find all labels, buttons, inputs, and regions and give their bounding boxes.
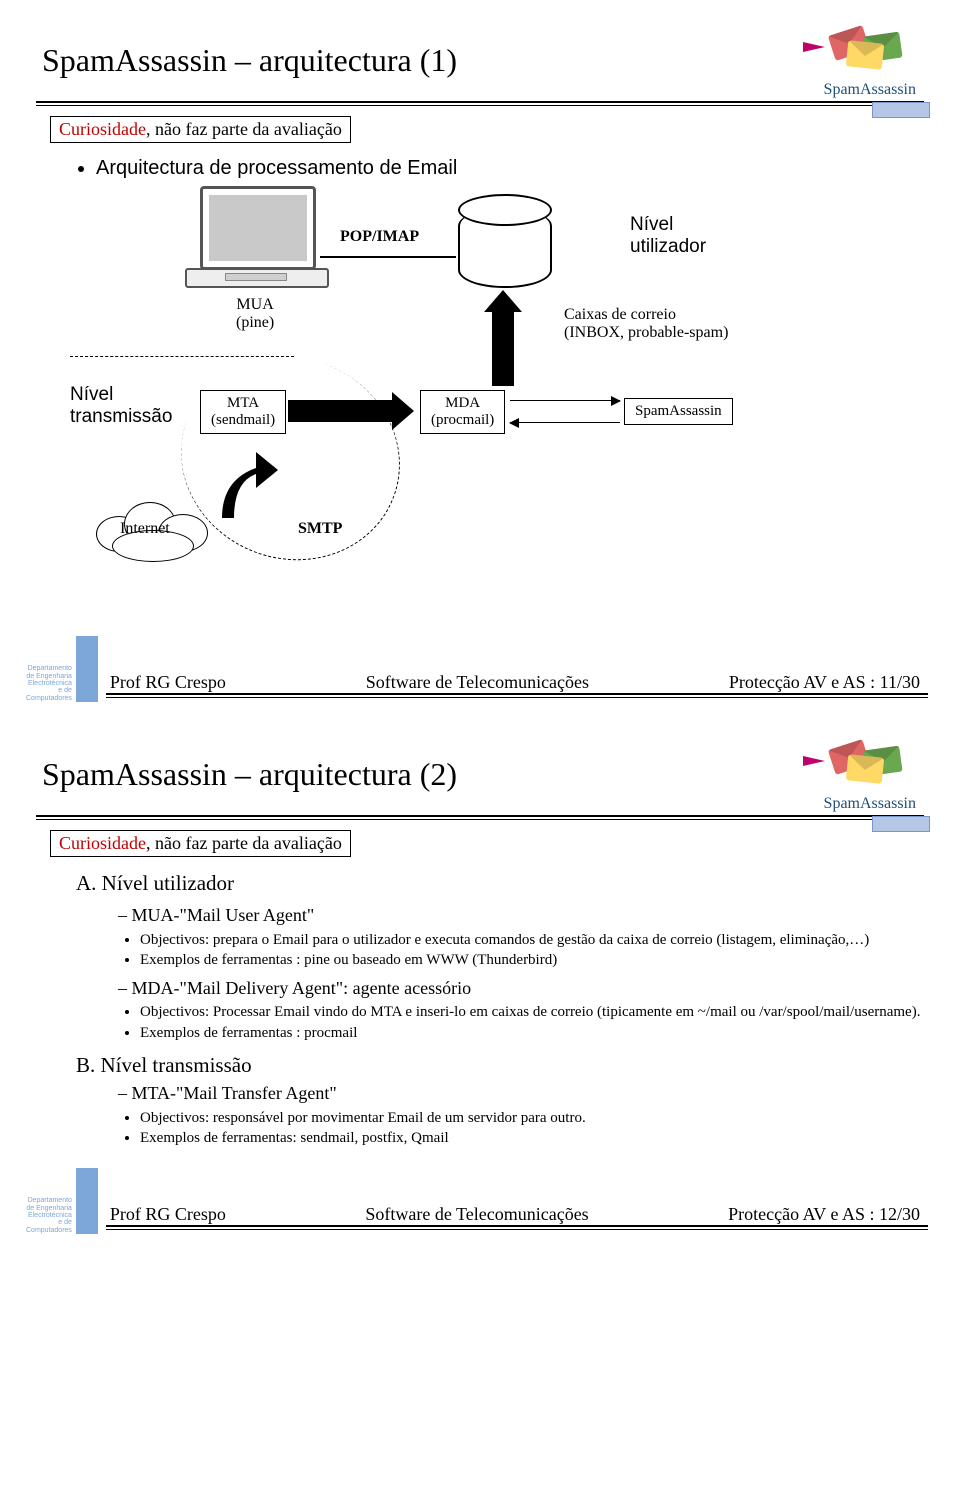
footer-course: Software de Telecomunicações [365, 1204, 588, 1225]
slide-title: SpamAssassin – arquitectura (1) [42, 42, 457, 79]
envelope-icon [825, 742, 915, 792]
mda-box: MDA (procmail) [420, 390, 505, 434]
main-bullet: Arquitectura de processamento de Email [96, 155, 924, 182]
deec-logo: Departamento de Engenharia Electrotécnic… [26, 1168, 98, 1234]
footer-page: Protecção AV e AS : 11/30 [729, 672, 920, 693]
mailbox-cylinder-icon [458, 208, 552, 288]
mua-label: MUA (pine) [236, 296, 274, 332]
caixas-label: Caixas de correio (INBOX, probable-spam) [564, 306, 728, 342]
architecture-diagram: POP/IMAP Nível utilizador MUA (pine) Cai… [40, 186, 920, 616]
nivel-utilizador-label: Nível utilizador [630, 214, 706, 258]
section-a: A. Nível utilizador [76, 869, 924, 897]
slide-footer: Departamento de Engenharia Electrotécnic… [26, 636, 928, 702]
deec-small: Departamento de Engenharia Electrotécnic… [26, 1197, 72, 1234]
footer-author: Prof RG Crespo [110, 1204, 226, 1225]
mta-ex: Exemplos de ferramentas: sendmail, postf… [140, 1128, 924, 1148]
logo-text: SpamAssassin [824, 81, 916, 99]
spamassassin-box: SpamAssassin [624, 398, 733, 425]
connector [320, 256, 456, 258]
internet-label: Internet [120, 520, 170, 538]
item-mua: MUA-"Mail User Agent" [118, 903, 924, 927]
mua-obj: Objectivos: prepara o Email para o utili… [140, 930, 924, 950]
slide-1: SpamAssassin – arquitectura (1) SpamAssa… [20, 18, 940, 702]
pop-imap-label: POP/IMAP [340, 228, 419, 246]
footer-rule [106, 693, 928, 698]
envelope-icon [825, 28, 915, 78]
dashed-line [70, 356, 294, 357]
mda-ex: Exemplos de ferramentas : procmail [140, 1023, 924, 1043]
title-rule [36, 815, 924, 820]
smtp-label: SMTP [298, 520, 342, 538]
deec-icon: DEEC [76, 1168, 98, 1234]
slide-footer: Departamento de Engenharia Electrotécnic… [26, 1168, 928, 1234]
curiosity-note: Curiosidade, não faz parte da avaliação [50, 830, 351, 857]
thick-arrow-up-icon [492, 310, 514, 386]
footer-author: Prof RG Crespo [110, 672, 226, 693]
spamassassin-logo: SpamAssassin [824, 742, 916, 813]
section-b: B. Nível transmissão [76, 1051, 924, 1079]
slide-title: SpamAssassin – arquitectura (2) [42, 756, 457, 793]
curiosity-note: Curiosidade, não faz parte da avaliação [50, 116, 351, 143]
item-mta: MTA-"Mail Transfer Agent" [118, 1081, 924, 1105]
footer-course: Software de Telecomunicações [366, 672, 589, 693]
title-rule [36, 101, 924, 106]
mua-ex: Exemplos de ferramentas : pine ou basead… [140, 950, 924, 970]
note-red: Curiosidade [59, 833, 146, 853]
thin-arrow-icon [510, 400, 620, 401]
mda-obj: Objectivos: Processar Email vindo do MTA… [140, 1002, 924, 1022]
item-mda: MDA-"Mail Delivery Agent": agente acessó… [118, 976, 924, 1000]
deec-icon: DEEC [76, 636, 98, 702]
nivel-transmissao-label: Nível transmissão [70, 384, 172, 428]
note-red: Curiosidade [59, 119, 146, 139]
curved-arrow-icon [212, 440, 282, 535]
laptop-icon [200, 186, 316, 288]
note-rest: , não faz parte da avaliação [146, 833, 342, 853]
logo-text: SpamAssassin [824, 795, 916, 813]
mta-obj: Objectivos: responsável por movimentar E… [140, 1108, 924, 1128]
deec-small: Departamento de Engenharia Electrotécnic… [26, 665, 72, 702]
deec-logo: Departamento de Engenharia Electrotécnic… [26, 636, 98, 702]
slide-2: SpamAssassin – arquitectura (2) SpamAssa… [20, 732, 940, 1234]
thin-arrow-back-icon [510, 422, 620, 423]
spamassassin-logo: SpamAssassin [824, 28, 916, 99]
footer-page: Protecção AV e AS : 12/30 [728, 1204, 920, 1225]
note-rest: , não faz parte da avaliação [146, 119, 342, 139]
footer-rule [106, 1225, 928, 1230]
